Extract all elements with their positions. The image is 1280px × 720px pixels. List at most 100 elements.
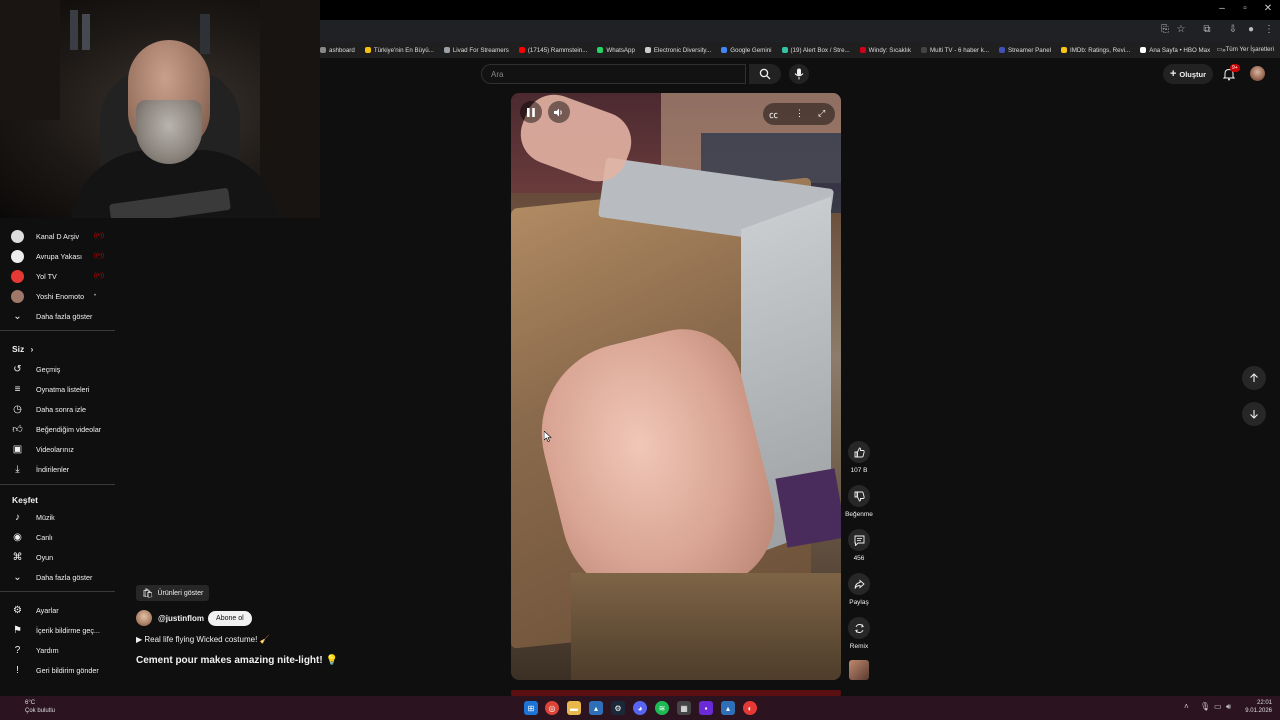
sidebar-item-gaming[interactable]: ⌘ Oyun <box>0 547 120 567</box>
spotify-icon[interactable]: ≋ <box>655 701 669 715</box>
sidebar-item-feedback[interactable]: ! Geri bildirim gönder <box>0 660 120 680</box>
remix-icon-wrap <box>848 617 870 639</box>
sidebar-item-playlists[interactable]: ≡ Oynatma listeleri <box>0 379 120 399</box>
bookmark[interactable]: WhatsApp <box>597 47 635 54</box>
like-button[interactable]: 107 B <box>845 441 873 474</box>
sidebar-item-live[interactable]: ◉ Canlı <box>0 527 120 547</box>
sidebar-show-more[interactable]: ⌄ Daha fazla göster <box>0 306 120 326</box>
create-button[interactable]: + Oluştur <box>1163 64 1213 84</box>
bookmark-star-icon[interactable]: ☆ <box>1174 24 1188 35</box>
chrome-icon[interactable]: ◎ <box>545 701 559 715</box>
downloads-icon[interactable]: ⇩ <box>1226 24 1240 35</box>
all-bookmarks-button[interactable]: ▭ Tüm Yer İşaretleri <box>1217 46 1274 53</box>
show-products-button[interactable]: 🛍︎ Ürünleri göster <box>136 585 210 601</box>
sidebar-item-label: Daha sonra izle <box>36 404 86 414</box>
comment-count: 456 <box>853 555 865 562</box>
bookmark[interactable]: Livad For Streamers <box>443 47 509 54</box>
notifications-button[interactable]: 9+ <box>1220 64 1240 83</box>
fullscreen-icon[interactable]: ⤢ <box>818 108 825 119</box>
minimize-button[interactable]: – <box>1211 3 1233 14</box>
folder-icon: ▭ <box>1216 46 1223 53</box>
bookmark[interactable]: Türkiye'nin En Büyü... <box>364 47 434 54</box>
app-icon[interactable]: ◐ <box>743 701 757 715</box>
bookmark-favicon <box>920 47 927 53</box>
sidebar-item-watch-later[interactable]: ◷ Daha sonra izle <box>0 399 120 419</box>
sidebar-subscription[interactable]: Yol TV ((•)) <box>0 266 120 286</box>
bookmark[interactable]: Ana Sayfa • HBO Max <box>1140 47 1210 54</box>
weather-widget[interactable]: 6°C Çok bulutlu <box>10 699 55 715</box>
microphone-icon[interactable]: 🎙︎ <box>1200 702 1210 711</box>
gaming-icon: ⌘ <box>12 551 23 563</box>
volume-button[interactable] <box>548 101 570 123</box>
extensions-icon[interactable]: ⧉ <box>1200 24 1214 35</box>
app-icon[interactable]: ▴ <box>589 701 603 715</box>
bookmark[interactable]: Google Gemini <box>721 47 772 54</box>
bookmark[interactable]: (17145) Rammstein... <box>518 47 587 54</box>
channel-name[interactable]: @justinflom <box>158 614 204 623</box>
sidebar-show-more[interactable]: ⌄ Daha fazla göster <box>0 567 120 587</box>
install-icon[interactable]: ⎘ <box>1158 24 1172 35</box>
sidebar-item-your-videos[interactable]: ▣ Videolarınız <box>0 439 120 459</box>
more-options-icon[interactable]: ⋮ <box>795 108 804 119</box>
section-heading: Siz <box>12 344 25 354</box>
app-icon[interactable]: ▴ <box>721 701 735 715</box>
search-icon <box>759 68 771 80</box>
steam-icon[interactable]: ⚙ <box>611 701 625 715</box>
remix-button[interactable]: Remix <box>845 617 873 650</box>
search-button[interactable] <box>749 64 781 84</box>
bookmark[interactable]: IMDb: Ratings, Revi... <box>1061 47 1130 54</box>
comments-button[interactable]: 456 <box>845 529 873 562</box>
maximize-button[interactable]: ▫ <box>1234 3 1256 14</box>
shorts-video-player[interactable]: ㏄ ⋮ ⤢ <box>511 93 841 680</box>
start-menu-icon[interactable]: ⊞ <box>524 701 538 715</box>
like-count: 107 B <box>850 467 868 474</box>
profile-icon[interactable]: ● <box>1244 24 1258 35</box>
feedback-icon: ! <box>16 664 19 676</box>
bookmark[interactable]: Windy: Sıcaklık <box>859 47 911 54</box>
sidebar-item-label: İndirilenler <box>36 464 70 474</box>
dislike-button[interactable]: Beğenme <box>845 485 873 518</box>
voice-search-button[interactable] <box>789 64 809 84</box>
sidebar-item-label: Müzik <box>36 512 55 522</box>
short-subtitle-link[interactable]: ▶ Real life flying Wicked costume! 🧹 <box>136 635 270 644</box>
captions-icon[interactable]: ㏄ <box>769 108 778 121</box>
app-icon[interactable]: ▪ <box>699 701 713 715</box>
sidebar-section-you[interactable]: Siz › <box>12 344 33 354</box>
sidebar-item-history[interactable]: ↺ Geçmiş <box>0 359 120 379</box>
search-input[interactable]: Ara <box>481 64 746 84</box>
browser-menu-icon[interactable]: ⋮ <box>1262 24 1276 35</box>
close-window-button[interactable]: ✕ <box>1257 3 1279 14</box>
sidebar-item-help[interactable]: ? Yardım <box>0 640 120 660</box>
sidebar-item-downloads[interactable]: ⤓ İndirilenler <box>0 459 120 479</box>
sidebar-subscription[interactable]: Yoshi Enomoto • <box>0 286 120 306</box>
display-icon[interactable]: ▭ <box>1214 702 1222 711</box>
bookmark[interactable]: Streamer Panel <box>999 47 1051 54</box>
next-short-button[interactable] <box>1242 402 1266 426</box>
bookmark[interactable]: Electronic Diversity... <box>644 47 711 54</box>
chevron-up-icon[interactable]: ˄ <box>1184 702 1189 711</box>
subscribe-button[interactable]: Abone ol <box>208 610 252 626</box>
bookmark-favicon <box>644 47 651 53</box>
sidebar-item-music[interactable]: ♪ Müzik <box>0 507 120 527</box>
remix-label: Remix <box>849 643 869 650</box>
calculator-icon[interactable]: ▦ <box>677 701 691 715</box>
share-button[interactable]: Paylaş <box>845 573 873 606</box>
previous-short-button[interactable] <box>1242 366 1266 390</box>
discord-icon[interactable]: ◕ <box>633 701 647 715</box>
system-clock[interactable]: 22:01 9.01.2026 <box>1238 699 1272 715</box>
sidebar-subscription[interactable]: Avrupa Yakası ((•)) <box>0 246 120 266</box>
avatar[interactable] <box>1250 66 1265 81</box>
bookmark[interactable]: ashboard <box>320 47 355 54</box>
volume-icon[interactable]: 🔊︎ <box>1226 702 1231 712</box>
channel-avatar[interactable] <box>136 610 152 626</box>
live-indicator: ((•)) <box>94 233 105 239</box>
file-explorer-icon[interactable]: ▬ <box>567 701 581 715</box>
sound-thumbnail[interactable] <box>849 660 869 680</box>
bookmark[interactable]: Multi TV - 6 haber k... <box>920 47 989 54</box>
sidebar-item-liked-videos[interactable]: 👍︎ Beğendiğim videolar <box>0 419 120 439</box>
pause-button[interactable] <box>520 101 542 123</box>
bookmark[interactable]: (19) Alert Box / Stre... <box>781 47 850 54</box>
sidebar-item-settings[interactable]: ⚙ Ayarlar <box>0 600 120 620</box>
sidebar-item-report-history[interactable]: ⚑ İçerik bildirme geç... <box>0 620 120 640</box>
sidebar-subscription[interactable]: Kanal D Arşiv ((•)) <box>0 226 120 246</box>
